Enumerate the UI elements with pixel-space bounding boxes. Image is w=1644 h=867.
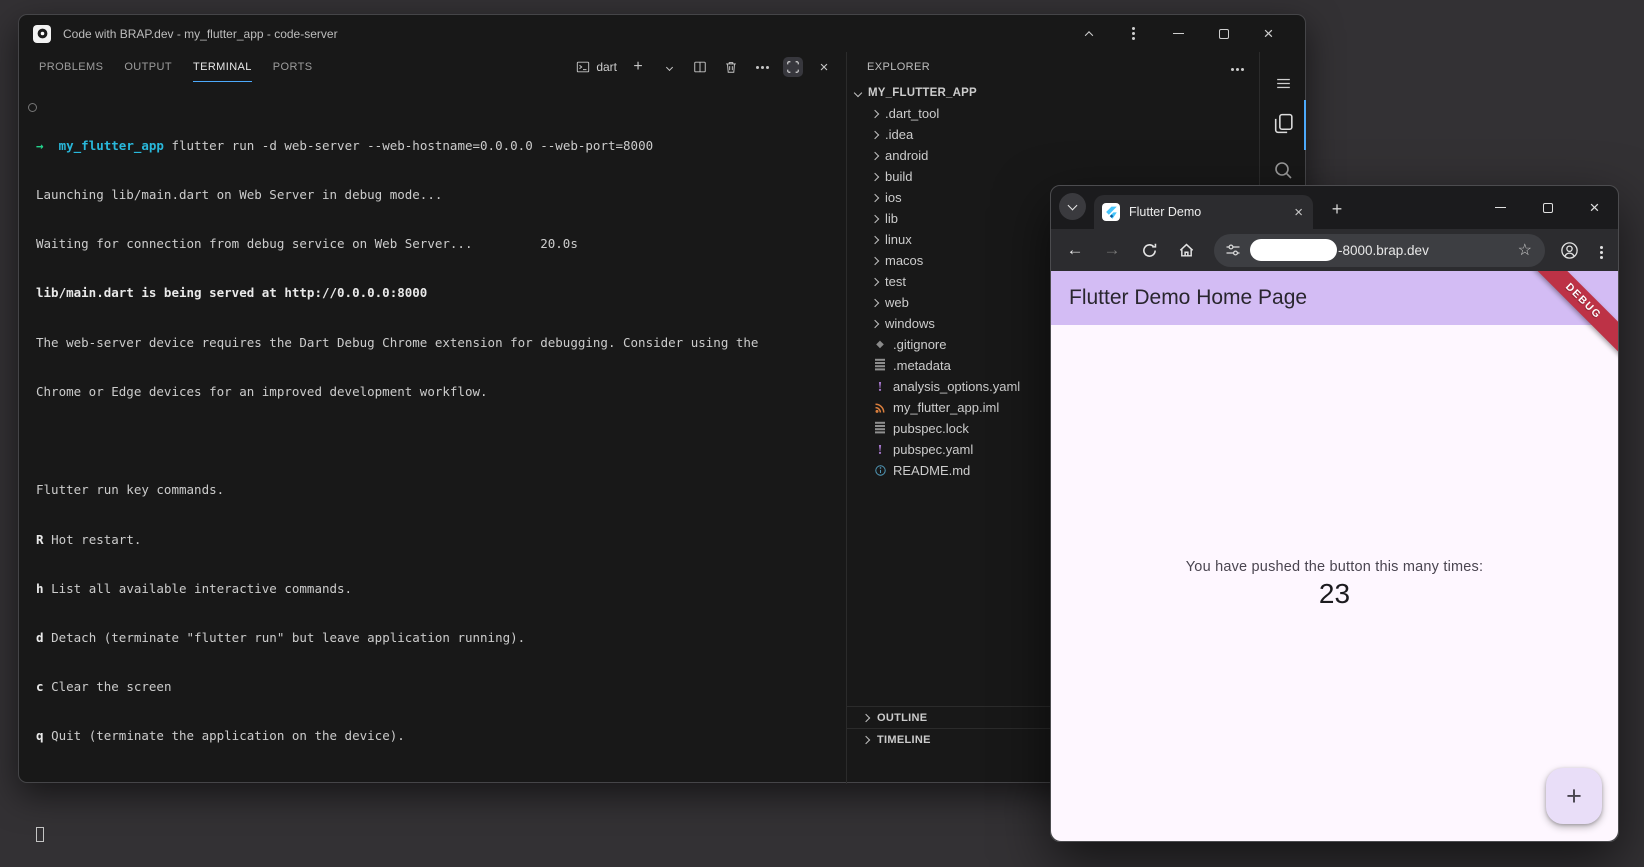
key-command: Hot restart. xyxy=(51,532,141,547)
info-icon xyxy=(872,464,888,477)
vscode-titlebar: Code with BRAP.dev - my_flutter_app - co… xyxy=(19,15,1305,52)
key-command: Clear the screen xyxy=(51,679,171,694)
browser-close-button[interactable]: × xyxy=(1571,186,1618,229)
tab-title: Flutter Demo xyxy=(1129,205,1294,219)
terminal-line: Waiting for connection from debug servic… xyxy=(36,236,836,252)
terminal-line: Flutter run key commands. xyxy=(36,482,836,498)
back-icon[interactable]: ← xyxy=(1064,240,1086,260)
xml-rss-icon xyxy=(872,402,888,414)
code-server-logo-icon xyxy=(33,25,51,43)
desktop: { "window": { "title": "Code with BRAP.d… xyxy=(0,0,1644,867)
active-view-indicator xyxy=(1304,100,1307,150)
page-title: Flutter Demo Home Page xyxy=(1069,286,1307,310)
window-title: Code with BRAP.dev - my_flutter_app - co… xyxy=(63,27,338,41)
key-command: List all available interactive commands. xyxy=(51,581,352,596)
kill-terminal-trash-icon[interactable] xyxy=(721,57,741,77)
titlebar-menu-kebab-icon[interactable] xyxy=(1111,15,1156,52)
tab-output[interactable]: OUTPUT xyxy=(124,52,172,82)
reload-icon[interactable] xyxy=(1138,242,1160,259)
site-settings-sliders-icon[interactable] xyxy=(1225,242,1241,258)
increment-fab-button[interactable]: + xyxy=(1546,768,1602,824)
profile-icon[interactable] xyxy=(1559,240,1580,261)
explorer-activity-copy-icon[interactable] xyxy=(1260,111,1306,136)
maximize-panel-icon[interactable] xyxy=(783,57,803,77)
browser-tabstrip: Flutter Demo × + × xyxy=(1051,186,1618,229)
browser-maximize-button[interactable] xyxy=(1524,186,1571,229)
launch-profile-chevron-icon[interactable] xyxy=(659,57,679,77)
terminal-profile-label: dart xyxy=(596,60,617,74)
browser-tab-flutter-demo[interactable]: Flutter Demo × xyxy=(1094,195,1313,229)
tab-close-icon[interactable]: × xyxy=(1294,205,1303,220)
terminal-line: The web-server device requires the Dart … xyxy=(36,335,836,351)
tab-terminal[interactable]: TERMINAL xyxy=(193,52,252,82)
terminal-line: Launching lib/main.dart on Web Server in… xyxy=(36,187,836,203)
bookmark-star-icon[interactable]: ☆ xyxy=(1518,240,1532,260)
tab-list-chevron-icon[interactable] xyxy=(1059,193,1086,220)
prompt-directory: my_flutter_app xyxy=(59,138,164,153)
flutter-favicon-icon xyxy=(1102,203,1120,221)
terminal-output[interactable]: → my_flutter_app flutter run -d web-serv… xyxy=(36,105,836,784)
tab-ports[interactable]: PORTS xyxy=(273,52,313,82)
explorer-heading: EXPLORER xyxy=(867,61,930,73)
tree-folder-idea[interactable]: .idea xyxy=(847,124,1259,145)
terminal-profile-chip[interactable]: dart xyxy=(576,60,617,74)
url-text: -8000.brap.dev xyxy=(1338,243,1429,258)
terminal-line-served-url: lib/main.dart is being served at http://… xyxy=(36,285,836,301)
flutter-appbar: Flutter Demo Home Page xyxy=(1051,271,1618,325)
new-terminal-icon[interactable]: + xyxy=(628,57,648,77)
terminal-panel: PROBLEMS OUTPUT TERMINAL PORTS dart + xyxy=(19,52,846,784)
explorer-more-actions-icon[interactable] xyxy=(1236,58,1239,76)
minimize-button[interactable] xyxy=(1156,15,1201,52)
text-lines-icon xyxy=(872,425,888,431)
text-lines-icon xyxy=(872,362,888,368)
browser-toolbar: ← → -8000.brap.dev ☆ xyxy=(1051,229,1618,271)
tree-folder-dart-tool[interactable]: .dart_tool xyxy=(847,103,1259,124)
chevron-up-icon[interactable] xyxy=(1066,15,1111,52)
split-terminal-icon[interactable] xyxy=(690,57,710,77)
panel-header: PROBLEMS OUTPUT TERMINAL PORTS dart + xyxy=(19,52,846,82)
search-icon[interactable] xyxy=(1260,158,1306,182)
terminal-icon xyxy=(576,60,590,74)
key-command: Quit (terminate the application on the d… xyxy=(51,728,405,743)
redacted-url-blob xyxy=(1250,239,1337,261)
terminal-cursor xyxy=(36,827,44,842)
key-command: Detach (terminate "flutter run" but leav… xyxy=(51,630,525,645)
counter-value: 23 xyxy=(1051,578,1618,610)
tab-problems[interactable]: PROBLEMS xyxy=(39,52,103,82)
tree-folder-android[interactable]: android xyxy=(847,145,1259,166)
close-button[interactable]: × xyxy=(1246,15,1291,52)
address-bar[interactable]: -8000.brap.dev ☆ xyxy=(1214,234,1545,267)
tree-root-my-flutter-app[interactable]: MY_FLUTTER_APP xyxy=(847,82,1259,103)
home-icon[interactable] xyxy=(1175,242,1197,259)
terminal-line: Chrome or Edge devices for an improved d… xyxy=(36,384,836,400)
menu-hamburger-icon[interactable] xyxy=(1260,74,1306,93)
plus-icon: + xyxy=(1566,781,1582,812)
git-diamond-icon: ◆ xyxy=(872,339,888,350)
counter-label: You have pushed the button this many tim… xyxy=(1051,559,1618,575)
forward-icon[interactable]: → xyxy=(1101,240,1123,260)
more-actions-icon[interactable] xyxy=(752,57,772,77)
maximize-button[interactable] xyxy=(1201,15,1246,52)
browser-window: Flutter Demo × + × ← → -8000.brap.dev ☆ xyxy=(1050,185,1619,842)
yaml-bang-icon: ! xyxy=(872,380,888,394)
flutter-app-page: Flutter Demo Home Page DEBUG You have pu… xyxy=(1051,271,1618,841)
close-panel-icon[interactable]: × xyxy=(814,57,834,77)
new-tab-button[interactable]: + xyxy=(1324,196,1350,222)
browser-minimize-button[interactable] xyxy=(1477,186,1524,229)
browser-menu-kebab-icon[interactable] xyxy=(1600,241,1603,259)
terminal-command: flutter run -d web-server --web-hostname… xyxy=(171,138,653,153)
yaml-bang-icon: ! xyxy=(872,443,888,457)
tree-folder-build[interactable]: build xyxy=(847,166,1259,187)
prompt-arrow: → xyxy=(36,138,44,153)
